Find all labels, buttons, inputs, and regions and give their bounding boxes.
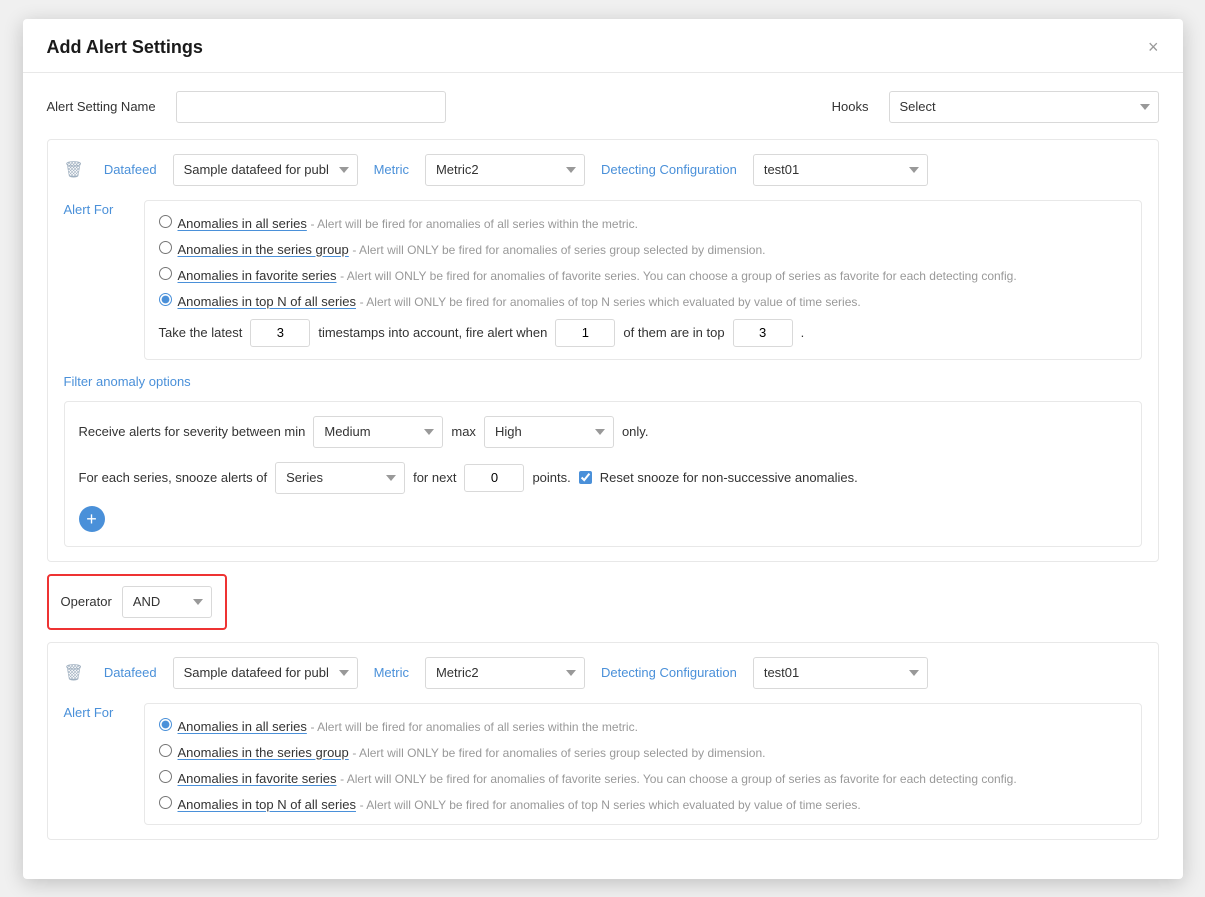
alert-for-content-2: Anomalies in all series - Alert will be … — [144, 703, 1142, 825]
snooze-label-1: For each series, snooze alerts of — [79, 470, 268, 485]
radio-all-series-2[interactable] — [159, 718, 172, 731]
top-n-config-1: Take the latest timestamps into account,… — [159, 319, 1127, 347]
alert-for-label-1: Alert For — [64, 200, 134, 217]
reset-snooze-label-1: Reset snooze for non-successive anomalie… — [600, 470, 858, 485]
radio-desc-series-group-2: - Alert will ONLY be fired for anomalies… — [352, 746, 765, 760]
radio-desc-all-series-2: - Alert will be fired for anomalies of a… — [310, 720, 637, 734]
severity-row-1: Receive alerts for severity between min … — [79, 416, 1127, 448]
radio-all-series-1[interactable] — [159, 215, 172, 228]
radio-series-group-1[interactable] — [159, 241, 172, 254]
alert-for-label-2: Alert For — [64, 703, 134, 720]
hooks-label: Hooks — [832, 99, 869, 114]
top-value-input-1[interactable] — [733, 319, 793, 347]
radio-label-series-group-1: Anomalies in the series group — [178, 242, 349, 257]
radio-row-series-group-1: Anomalies in the series group - Alert wi… — [159, 239, 1127, 257]
radio-desc-series-group-1: - Alert will ONLY be fired for anomalies… — [352, 243, 765, 257]
snooze-points-label-1: points. — [532, 470, 570, 485]
add-alert-settings-modal: Add Alert Settings × Alert Setting Name … — [23, 19, 1183, 879]
close-button[interactable]: × — [1148, 38, 1159, 56]
radio-row-all-series-2: Anomalies in all series - Alert will be … — [159, 716, 1127, 734]
top-label-1: of them are in top — [623, 325, 724, 340]
radio-favorite-1[interactable] — [159, 267, 172, 280]
radio-desc-favorite-1: - Alert will ONLY be fired for anomalies… — [340, 269, 1017, 283]
severity-label-1: Receive alerts for severity between min — [79, 424, 306, 439]
modal-title: Add Alert Settings — [47, 37, 203, 58]
radio-label-all-series-2: Anomalies in all series — [178, 719, 307, 734]
filter-section-1: Filter anomaly options Receive alerts fo… — [64, 374, 1142, 547]
take-latest-input-1[interactable] — [250, 319, 310, 347]
snooze-row-1: For each series, snooze alerts of Series… — [79, 462, 1127, 494]
radio-desc-all-series-1: - Alert will be fired for anomalies of a… — [310, 217, 637, 231]
radio-label-all-series-1: Anomalies in all series — [178, 216, 307, 231]
radio-row-favorite-1: Anomalies in favorite series - Alert wil… — [159, 265, 1127, 283]
alert-setting-name-input[interactable] — [176, 91, 446, 123]
radio-row-series-group-2: Anomalies in the series group - Alert wi… — [159, 742, 1127, 760]
filter-anomaly-label-1: Filter anomaly options — [64, 374, 1142, 389]
detecting-config-select-1[interactable]: test01 — [753, 154, 928, 186]
radio-desc-topn-1: - Alert will ONLY be fired for anomalies… — [360, 295, 861, 309]
operator-row: Operator AND OR — [47, 574, 227, 630]
datafeed-select-2[interactable]: Sample datafeed for public — [173, 657, 358, 689]
card-1-top-row: 🗑 Datafeed Sample datafeed for public Me… — [64, 154, 1142, 186]
timestamps-label-1: timestamps into account, fire alert when — [318, 325, 547, 340]
filter-content-1: Receive alerts for severity between min … — [64, 401, 1142, 547]
fire-when-input-1[interactable] — [555, 319, 615, 347]
for-next-label-1: for next — [413, 470, 456, 485]
radio-row-topn-1: Anomalies in top N of all series - Alert… — [159, 291, 1127, 309]
operator-label: Operator — [61, 594, 112, 609]
radio-label-series-group-2: Anomalies in the series group — [178, 745, 349, 760]
hooks-select[interactable]: Select — [889, 91, 1159, 123]
card-2: 🗑 Datafeed Sample datafeed for public Me… — [47, 642, 1159, 840]
detecting-config-select-2[interactable]: test01 — [753, 657, 928, 689]
radio-topn-1[interactable] — [159, 293, 172, 306]
radio-desc-favorite-2: - Alert will ONLY be fired for anomalies… — [340, 772, 1017, 786]
detecting-config-label-1: Detecting Configuration — [601, 162, 737, 177]
severity-max-select-1[interactable]: Low Medium High Critical — [484, 416, 614, 448]
radio-label-favorite-1: Anomalies in favorite series — [178, 268, 337, 283]
top-row: Alert Setting Name Hooks Select — [47, 91, 1159, 123]
trash-icon-2[interactable]: 🗑 — [64, 663, 84, 683]
add-filter-button-1[interactable]: + — [79, 506, 105, 532]
card-1: 🗑 Datafeed Sample datafeed for public Me… — [47, 139, 1159, 562]
severity-max-label-1: max — [451, 424, 476, 439]
period-1: . — [801, 325, 805, 340]
radio-row-topn-2: Anomalies in top N of all series - Alert… — [159, 794, 1127, 812]
radio-label-favorite-2: Anomalies in favorite series — [178, 771, 337, 786]
snooze-value-input-1[interactable] — [464, 464, 524, 492]
datafeed-label-1: Datafeed — [104, 162, 157, 177]
metric-select-2[interactable]: Metric2 — [425, 657, 585, 689]
radio-desc-topn-2: - Alert will ONLY be fired for anomalies… — [360, 798, 861, 812]
datafeed-select-1[interactable]: Sample datafeed for public — [173, 154, 358, 186]
take-latest-label-1: Take the latest — [159, 325, 243, 340]
modal-body: Alert Setting Name Hooks Select 🗑 Datafe… — [23, 73, 1183, 870]
radio-label-topn-1: Anomalies in top N of all series — [178, 294, 356, 309]
radio-label-topn-2: Anomalies in top N of all series — [178, 797, 356, 812]
severity-min-select-1[interactable]: Low Medium High Critical — [313, 416, 443, 448]
datafeed-label-2: Datafeed — [104, 665, 157, 680]
radio-series-group-2[interactable] — [159, 744, 172, 757]
reset-snooze-checkbox-1[interactable] — [579, 471, 592, 484]
radio-topn-2[interactable] — [159, 796, 172, 809]
alert-for-section-2: Alert For Anomalies in all series - Aler… — [64, 703, 1142, 825]
radio-row-all-series-1: Anomalies in all series - Alert will be … — [159, 213, 1127, 231]
radio-favorite-2[interactable] — [159, 770, 172, 783]
metric-select-1[interactable]: Metric2 — [425, 154, 585, 186]
alert-for-content-1: Anomalies in all series - Alert will be … — [144, 200, 1142, 360]
operator-select[interactable]: AND OR — [122, 586, 212, 618]
alert-for-section-1: Alert For Anomalies in all series - Aler… — [64, 200, 1142, 360]
detecting-config-label-2: Detecting Configuration — [601, 665, 737, 680]
card-2-top-row: 🗑 Datafeed Sample datafeed for public Me… — [64, 657, 1142, 689]
snooze-series-select-1[interactable]: Series Metric All — [275, 462, 405, 494]
metric-label-2: Metric — [374, 665, 409, 680]
radio-row-favorite-2: Anomalies in favorite series - Alert wil… — [159, 768, 1127, 786]
metric-label-1: Metric — [374, 162, 409, 177]
modal-header: Add Alert Settings × — [23, 19, 1183, 73]
trash-icon-1[interactable]: 🗑 — [64, 160, 84, 180]
severity-only-label-1: only. — [622, 424, 649, 439]
alert-setting-name-label: Alert Setting Name — [47, 99, 156, 114]
